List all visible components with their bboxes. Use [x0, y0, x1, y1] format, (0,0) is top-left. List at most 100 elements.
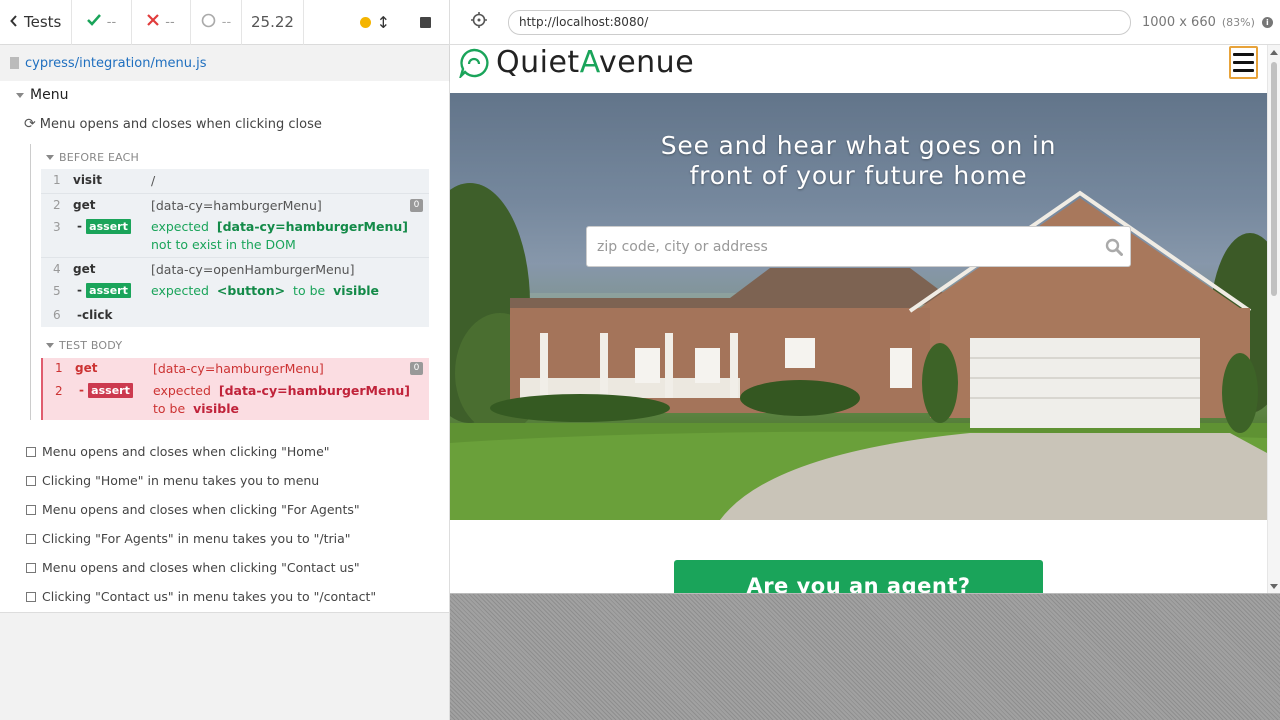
info-icon[interactable]: i [1261, 16, 1273, 28]
test-item[interactable]: Menu opens and closes when clicking "Hom… [26, 444, 330, 459]
scroll-up-arrow-icon[interactable] [1270, 50, 1278, 55]
address-search-input[interactable] [597, 238, 1097, 255]
logo-text-pre: Quiet [496, 45, 580, 80]
pending-circle-icon [201, 13, 216, 32]
pending-test-icon [26, 475, 36, 486]
command-row-failed[interactable]: 2 - assert expected [data-cy=hamburgerMe… [41, 381, 429, 420]
click-label: click [81, 308, 113, 322]
test-item[interactable]: Clicking "Home" in menu takes you to men… [26, 473, 319, 488]
caret-down-icon [46, 155, 54, 160]
tests-button[interactable]: Tests [0, 0, 72, 45]
assert-subject: <button> [216, 283, 286, 298]
caret-down-icon [16, 92, 24, 98]
cross-icon [147, 14, 160, 30]
command-message: [data-cy=hamburgerMenu] [151, 198, 322, 213]
pending-test-icon [26, 591, 36, 602]
check-icon [86, 14, 101, 30]
command-name: get [75, 361, 98, 375]
scrollbar-thumb[interactable] [1271, 62, 1277, 296]
selector-playground-icon[interactable] [450, 12, 508, 32]
pending-test-icon [26, 504, 36, 515]
test-reporter-panel: Tests -- -- -- 25.22 ↕ cypress/integrati… [0, 0, 450, 720]
tests-button-label: Tests [24, 13, 62, 31]
assert-value: visible [333, 283, 380, 298]
command-number: 4 [53, 262, 61, 276]
assert-subject: [data-cy=hamburgerMenu] [216, 219, 408, 234]
command-number: 1 [53, 173, 61, 187]
suite-title-label: Menu [30, 87, 69, 103]
before-each-label: BEFORE EACH [59, 151, 140, 164]
test-item[interactable]: Menu opens and closes when clicking "Con… [26, 560, 360, 575]
command-row[interactable]: 3 - assert expected [data-cy=hamburgerMe… [41, 217, 429, 257]
spec-path-link[interactable]: cypress/integration/menu.js [25, 56, 207, 71]
assert-subject: [data-cy=hamburgerMenu] [218, 383, 410, 398]
suite-title[interactable]: Menu [16, 87, 68, 103]
test-body-title[interactable]: TEST BODY [46, 339, 122, 352]
pending-count: -- [191, 0, 242, 45]
hero-title: See and hear what goes on in front of yo… [450, 131, 1267, 191]
running-indicator-icon [359, 16, 371, 28]
caret-down-icon [46, 343, 54, 348]
command-row[interactable]: 1 visit / [41, 169, 429, 193]
hero-section: See and hear what goes on in front of yo… [450, 93, 1267, 520]
command-number: 2 [55, 384, 63, 398]
passed-count: -- [72, 0, 132, 45]
command-name: - assert [77, 219, 131, 234]
test-item[interactable]: Menu opens and closes when clicking "For… [26, 502, 360, 517]
command-message: [data-cy=hamburgerMenu] [153, 361, 324, 376]
viewport-scale: (83%) [1221, 15, 1255, 29]
test-item-label: Clicking "For Agents" in menu takes you … [42, 531, 351, 546]
command-message: [data-cy=openHamburgerMenu] [151, 262, 355, 277]
app-under-test-frame: QuietAvenue See and hear what goes on in… [450, 45, 1280, 594]
command-name: visit [73, 173, 102, 187]
scroll-down-arrow-icon[interactable] [1270, 584, 1278, 589]
assert-mid: to be [153, 401, 186, 416]
assert-prefix: expected [151, 219, 209, 234]
command-row[interactable]: 2 get [data-cy=hamburgerMenu] 0 [41, 193, 429, 217]
site-navbar: QuietAvenue [450, 45, 1267, 93]
pending-test-icon [26, 533, 36, 544]
url-bar[interactable]: http://localhost:8080/ [508, 9, 1131, 35]
command-message: / [151, 173, 156, 188]
command-row[interactable]: 5 - assert expected <button> to be visib… [41, 281, 429, 305]
command-number: 3 [53, 220, 61, 234]
failed-count: -- [132, 0, 191, 45]
chevron-left-icon [10, 13, 18, 31]
refresh-icon: ⟳ [24, 116, 36, 132]
run-controls: ↕ [304, 0, 449, 45]
test-item[interactable]: Clicking "For Agents" in menu takes you … [26, 531, 351, 546]
test-item-label: Menu opens and closes when clicking "For… [42, 502, 360, 517]
command-name: get [73, 262, 96, 276]
assert-mid: to be [293, 283, 326, 298]
logo-text-post: venue [598, 45, 695, 80]
test-item[interactable]: Clicking "Contact us" in menu takes you … [26, 589, 376, 604]
test-item-label: Menu opens and closes when clicking "Hom… [42, 444, 330, 459]
stop-icon[interactable] [420, 16, 431, 28]
command-message: expected [data-cy=hamburgerMenu] to be v… [153, 382, 427, 418]
assert-label: assert [88, 383, 133, 398]
element-count-badge: 0 [410, 199, 423, 212]
command-number: 5 [53, 284, 61, 298]
command-number: 6 [53, 308, 61, 322]
assert-label: assert [86, 219, 131, 234]
hero-title-line: See and hear what goes on in [660, 131, 1057, 160]
before-each-title[interactable]: BEFORE EACH [46, 151, 139, 164]
address-search-box [586, 226, 1131, 267]
current-test-title[interactable]: ⟳ Menu opens and closes when clicking cl… [24, 116, 322, 132]
test-item-label: Clicking "Home" in menu takes you to men… [42, 473, 320, 488]
command-row[interactable]: 6 -click [41, 305, 429, 327]
command-row-failed[interactable]: 1 get [data-cy=hamburgerMenu] 0 [41, 358, 429, 381]
are-you-an-agent-button[interactable]: Are you an agent? [674, 560, 1043, 593]
hamburger-line [1233, 61, 1254, 64]
test-body-label: TEST BODY [59, 339, 123, 352]
assert-prefix: expected [153, 383, 211, 398]
search-icon[interactable] [1105, 238, 1123, 256]
command-name: - assert [77, 283, 131, 298]
auto-scroll-icon[interactable]: ↕ [377, 13, 390, 32]
hamburger-menu-button[interactable] [1229, 46, 1258, 79]
command-row[interactable]: 4 get [data-cy=openHamburgerMenu] [41, 257, 429, 281]
aut-scrollbar[interactable] [1267, 45, 1280, 593]
pending-value: -- [221, 14, 232, 30]
aut-background [450, 594, 1280, 720]
site-logo[interactable]: QuietAvenue [496, 45, 694, 80]
